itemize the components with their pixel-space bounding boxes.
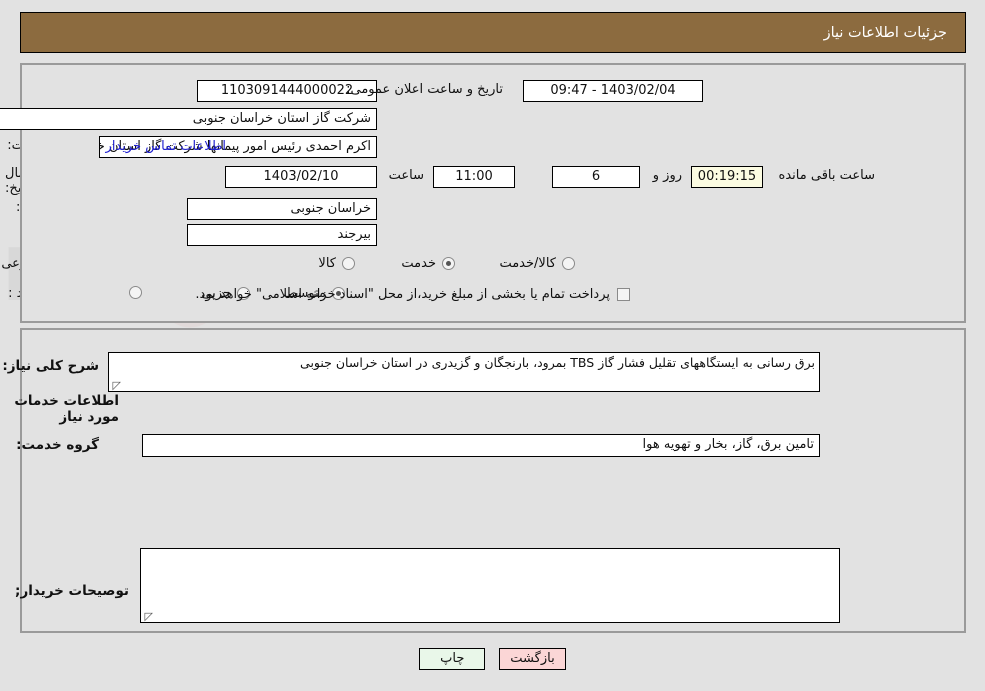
need-info-panel bbox=[20, 63, 966, 323]
buyer-org-field-wrap: شرکت گاز استان خراسان جنوبی bbox=[0, 108, 377, 130]
buyer-org-field[interactable]: شرکت گاز استان خراسان جنوبی bbox=[0, 108, 377, 130]
deadline-days-field: 6 bbox=[552, 166, 640, 188]
category-radio-kala[interactable] bbox=[342, 257, 355, 270]
delivery-province-field-wrap: خراسان جنوبی bbox=[187, 198, 377, 220]
public-announce-label: تاریخ و ساعت اعلان عمومی: bbox=[346, 82, 503, 97]
public-announce-field-wrap: 1403/02/04 - 09:47 bbox=[523, 80, 703, 102]
services-heading: اطلاعات خدمات مورد نیاز bbox=[14, 393, 119, 425]
page-title: جزئیات اطلاعات نیاز bbox=[823, 24, 947, 41]
deadline-remaining-field: 00:19:15 bbox=[691, 166, 763, 188]
category-option-label-1: خدمت bbox=[401, 256, 436, 271]
treasury-payment-option[interactable]: پرداخت تمام یا بخشی از مبلغ خرید،از محل … bbox=[195, 287, 630, 302]
resize-grip-icon-2[interactable]: ◸ bbox=[143, 611, 153, 622]
deadline-remaining-label: ساعت باقی مانده bbox=[778, 168, 875, 183]
page-root: AnaTender .net جزئیات اطلاعات نیاز شماره… bbox=[0, 0, 985, 691]
deadline-days-wrap: 6 bbox=[552, 166, 640, 188]
treasury-payment-label: پرداخت تمام یا بخشی از مبلغ خرید،از محل … bbox=[195, 287, 610, 302]
deadline-days-label-wrap: روز و bbox=[653, 168, 682, 183]
deadline-time-wrap: 11:00 bbox=[433, 166, 515, 188]
category-radio-khedmat[interactable] bbox=[442, 257, 455, 270]
category-option-1[interactable]: خدمت bbox=[401, 256, 455, 271]
description-label: شرح کلی نیاز: bbox=[2, 358, 99, 374]
deadline-remaining-wrap: 00:19:15 bbox=[691, 166, 763, 188]
deadline-time-field[interactable]: 11:00 bbox=[433, 166, 515, 188]
buyer-contact-link-wrap: اطلاعات تماس خریدار bbox=[106, 139, 226, 154]
category-option-label-0: کالا bbox=[318, 256, 336, 271]
resize-grip-icon[interactable]: ◸ bbox=[111, 380, 121, 391]
category-option-2[interactable]: کالا/خدمت bbox=[499, 256, 575, 271]
delivery-city-field-wrap: بیرجند bbox=[187, 224, 377, 246]
deadline-time-label-wrap: ساعت bbox=[389, 168, 424, 183]
process-type-extra-radio-wrap[interactable] bbox=[129, 286, 142, 299]
deadline-date-wrap: 1403/02/10 bbox=[225, 166, 377, 188]
delivery-province-field[interactable]: خراسان جنوبی bbox=[187, 198, 377, 220]
service-group-label: گروه خدمت: bbox=[16, 437, 99, 453]
deadline-time-label: ساعت bbox=[388, 168, 424, 183]
buyer-notes-label: توصیحات خریدار; bbox=[15, 583, 129, 599]
deadline-date-field[interactable]: 1403/02/10 bbox=[225, 166, 377, 188]
category-option-0[interactable]: کالا bbox=[318, 256, 355, 271]
description-text: برق رسانی به ایستگاههای تقلیل فشار گاز T… bbox=[300, 355, 815, 370]
deadline-remaining-label-wrap: ساعت باقی مانده bbox=[779, 168, 875, 183]
action-button-row: بازگشت چاپ bbox=[0, 648, 985, 670]
delivery-city-field[interactable]: بیرجند bbox=[187, 224, 377, 246]
treasury-payment-checkbox[interactable] bbox=[617, 288, 630, 301]
category-radio-kala-khedmat[interactable] bbox=[562, 257, 575, 270]
public-announce-field[interactable]: 1403/02/04 - 09:47 bbox=[523, 80, 703, 102]
page-title-bar: جزئیات اطلاعات نیاز bbox=[20, 12, 966, 53]
buyer-contact-link[interactable]: اطلاعات تماس خریدار bbox=[106, 139, 226, 154]
description-textarea[interactable]: برق رسانی به ایستگاههای تقلیل فشار گاز T… bbox=[108, 352, 820, 392]
process-type-extra-radio[interactable] bbox=[129, 286, 142, 299]
print-button[interactable]: چاپ bbox=[419, 648, 486, 670]
back-button[interactable]: بازگشت bbox=[499, 648, 566, 670]
service-group-field[interactable]: تامین برق، گاز، بخار و تهویه هوا bbox=[142, 434, 820, 457]
public-announce-label-wrap: تاریخ و ساعت اعلان عمومی: bbox=[346, 82, 503, 97]
category-option-label-2: کالا/خدمت bbox=[499, 256, 556, 271]
buyer-notes-textarea[interactable]: ◸ bbox=[140, 548, 840, 623]
deadline-days-label: روز و bbox=[652, 168, 682, 183]
